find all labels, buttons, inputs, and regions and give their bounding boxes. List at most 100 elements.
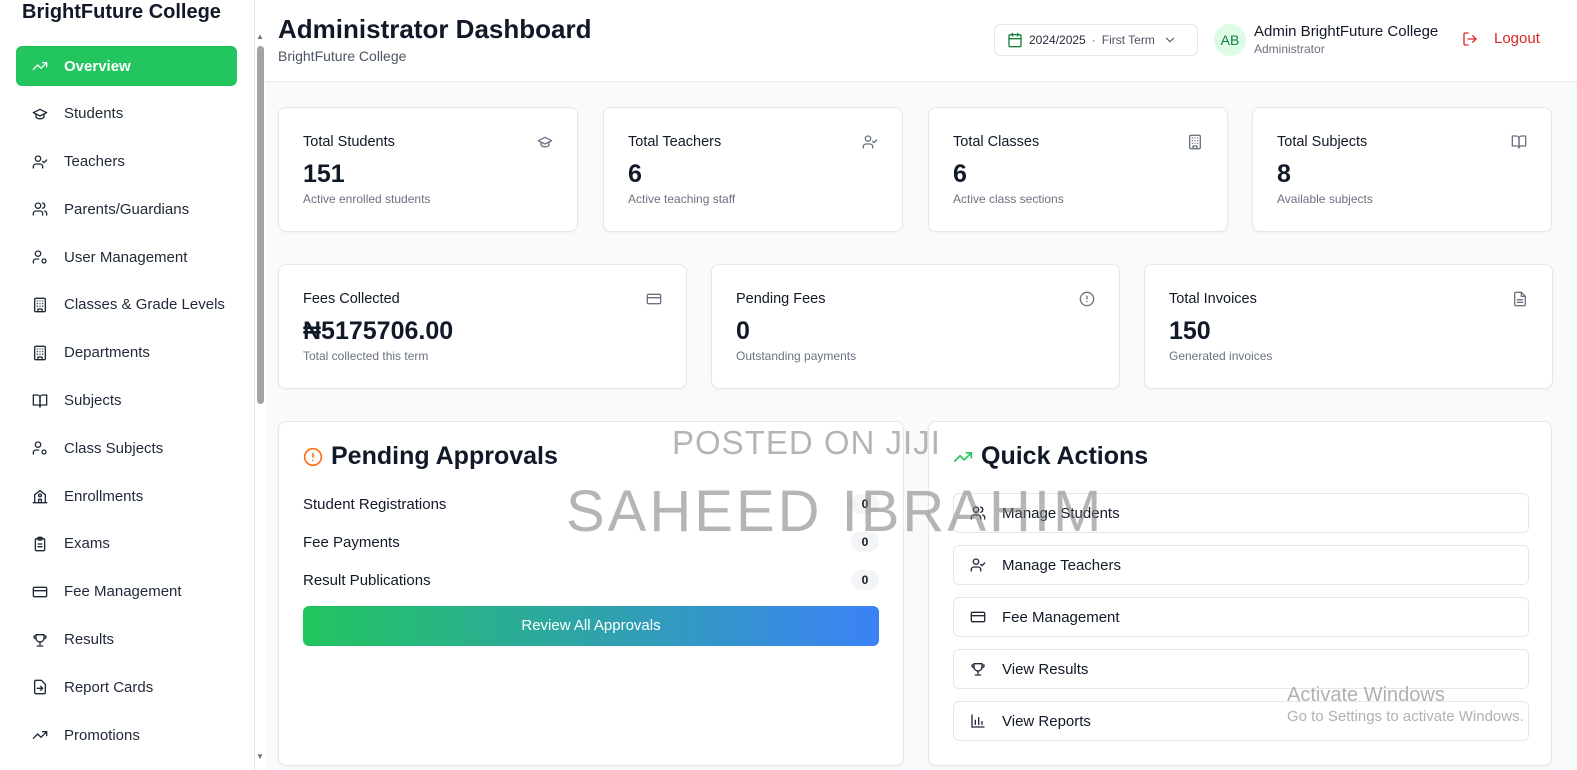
logout-button[interactable]: Logout bbox=[1462, 30, 1540, 47]
building-icon bbox=[1189, 134, 1201, 150]
scroll-down-arrow[interactable]: ▼ bbox=[255, 752, 265, 762]
quick-actions-title: Quick Actions bbox=[953, 442, 1148, 471]
action-label: View Reports bbox=[1002, 712, 1091, 730]
stat-description: Active class sections bbox=[953, 192, 1064, 206]
page-subtitle: BrightFuture College bbox=[278, 48, 407, 64]
sidebar-item-label: Results bbox=[64, 631, 115, 649]
sidebar-item-departments[interactable]: Departments bbox=[16, 333, 237, 373]
sidebar-item-label: Parents/Guardians bbox=[64, 200, 190, 218]
stat-description: Active enrolled students bbox=[303, 192, 431, 206]
brand-name: BrightFuture College bbox=[22, 1, 221, 23]
action-label: Fee Management bbox=[1002, 608, 1120, 626]
trending-up-icon bbox=[32, 731, 48, 740]
approval-label: Student Registrations bbox=[303, 495, 447, 513]
stat-label: Total Subjects bbox=[1277, 134, 1368, 150]
sidebar-item-promotions[interactable]: Promotions bbox=[16, 715, 237, 755]
session-term: First Term bbox=[1101, 33, 1155, 47]
credit-card-icon bbox=[32, 586, 48, 598]
review-all-approvals-button[interactable]: Review All Approvals bbox=[303, 606, 879, 646]
sidebar-item-label: Enrollments bbox=[64, 487, 144, 505]
sidebar-item-fee-management[interactable]: Fee Management bbox=[16, 572, 237, 612]
sidebar-item-label: User Management bbox=[64, 248, 188, 266]
sidebar-item-label: Promotions bbox=[64, 726, 140, 744]
stat-card-total-invoices: Total Invoices 150 Generated invoices bbox=[1144, 264, 1553, 389]
stat-description: Generated invoices bbox=[1169, 349, 1273, 363]
stat-label: Pending Fees bbox=[736, 291, 826, 307]
file-export-icon bbox=[34, 680, 46, 695]
stat-value: ₦5175706.00 bbox=[303, 317, 454, 345]
stat-value: 150 bbox=[1169, 317, 1211, 345]
sidebar-item-label: Class Subjects bbox=[64, 439, 164, 457]
file-text-icon bbox=[1514, 291, 1526, 307]
chevron-down-icon bbox=[1165, 37, 1174, 43]
manage-teachers-button[interactable]: Manage Teachers bbox=[953, 545, 1529, 585]
stat-label: Fees Collected bbox=[303, 291, 400, 307]
credit-card-icon bbox=[970, 611, 986, 623]
approval-label: Fee Payments bbox=[303, 533, 400, 551]
sidebar-item-teachers[interactable]: Teachers bbox=[16, 142, 237, 182]
trending-up-icon bbox=[953, 451, 973, 462]
stat-description: Total collected this term bbox=[303, 349, 429, 363]
user-check-icon bbox=[32, 154, 48, 169]
sidebar-item-label: Exams bbox=[64, 535, 110, 553]
building-icon bbox=[34, 345, 46, 361]
stat-value: 6 bbox=[953, 160, 967, 188]
fee-management-button[interactable]: Fee Management bbox=[953, 597, 1529, 637]
watermark-posted-on: POSTED ON JIJI bbox=[672, 424, 941, 461]
trending-up-icon bbox=[32, 62, 48, 70]
sidebar-item-report-cards[interactable]: Report Cards bbox=[16, 667, 237, 707]
stat-card-total-classes: Total Classes 6 Active class sections bbox=[928, 107, 1228, 232]
session-year: 2024/2025 bbox=[1029, 33, 1086, 47]
sidebar-item-user-management[interactable]: User Management bbox=[16, 237, 237, 277]
panel-title-text: Quick Actions bbox=[981, 442, 1149, 470]
stat-label: Total Invoices bbox=[1169, 291, 1257, 307]
credit-card-icon bbox=[646, 293, 662, 305]
stat-card-fees-collected: Fees Collected ₦5175706.00 Total collect… bbox=[278, 264, 687, 389]
activate-windows-title: Activate Windows bbox=[1287, 684, 1445, 706]
sidebar-item-students[interactable]: Students bbox=[16, 94, 237, 134]
sidebar-item-overview[interactable]: Overview bbox=[16, 46, 237, 86]
sidebar-item-label: Fee Management bbox=[64, 583, 182, 601]
book-open-icon bbox=[1511, 135, 1527, 149]
page-title: Administrator Dashboard bbox=[278, 14, 592, 44]
sidebar-item-subjects[interactable]: Subjects bbox=[16, 381, 237, 421]
activate-windows-subtitle: Go to Settings to activate Windows. bbox=[1287, 708, 1524, 725]
action-label: View Results bbox=[1002, 660, 1089, 678]
sidebar-scrollbar[interactable] bbox=[257, 46, 264, 404]
sidebar-item-label: Students bbox=[64, 105, 124, 123]
stat-value: 8 bbox=[1277, 160, 1291, 188]
stat-card-total-subjects: Total Subjects 8 Available subjects bbox=[1252, 107, 1552, 232]
stat-card-total-students: Total Students 151 Active enrolled stude… bbox=[278, 107, 578, 232]
sidebar-item-parents[interactable]: Parents/Guardians bbox=[16, 189, 237, 229]
user-role: Administrator bbox=[1254, 42, 1325, 56]
watermark-author: SAHEED IBRAHIM bbox=[566, 479, 1105, 544]
sidebar-item-enrollments[interactable]: Enrollments bbox=[16, 476, 237, 516]
stat-description: Active teaching staff bbox=[628, 192, 736, 206]
avatar[interactable]: AB bbox=[1214, 24, 1246, 56]
user-cog-icon bbox=[32, 250, 47, 264]
top-header: Administrator Dashboard BrightFuture Col… bbox=[266, 0, 1577, 82]
pending-approvals-panel: Pending Approvals Student Registrations … bbox=[278, 421, 904, 766]
stat-description: Outstanding payments bbox=[736, 349, 857, 363]
stat-card-pending-fees: Pending Fees 0 Outstanding payments bbox=[711, 264, 1120, 389]
view-results-button[interactable]: View Results bbox=[953, 649, 1529, 689]
sidebar-item-classes[interactable]: Classes & Grade Levels bbox=[16, 285, 237, 325]
sidebar-item-label: Departments bbox=[64, 344, 150, 362]
sidebar-nav: Overview Students Teachers Parents/Guard… bbox=[16, 46, 237, 763]
logout-icon bbox=[1463, 31, 1477, 46]
panel-title-text: Pending Approvals bbox=[331, 442, 558, 470]
approval-row-result-publications[interactable]: Result Publications 0 bbox=[303, 569, 879, 591]
sidebar-item-label: Overview bbox=[64, 57, 131, 75]
user-check-icon bbox=[862, 135, 878, 149]
sidebar-item-exams[interactable]: Exams bbox=[16, 524, 237, 564]
user-name: Admin BrightFuture College bbox=[1254, 23, 1439, 40]
session-term-select[interactable]: 2024/2025 · First Term bbox=[994, 24, 1198, 56]
stat-card-total-teachers: Total Teachers 6 Active teaching staff bbox=[603, 107, 903, 232]
users-icon bbox=[32, 202, 48, 217]
approval-count-badge: 0 bbox=[851, 570, 879, 590]
sidebar-item-results[interactable]: Results bbox=[16, 620, 237, 660]
scroll-up-arrow[interactable]: ▲ bbox=[255, 32, 265, 42]
sidebar-item-class-subjects[interactable]: Class Subjects bbox=[16, 428, 237, 468]
graduation-cap-icon bbox=[537, 136, 553, 148]
approval-label: Result Publications bbox=[303, 571, 431, 589]
